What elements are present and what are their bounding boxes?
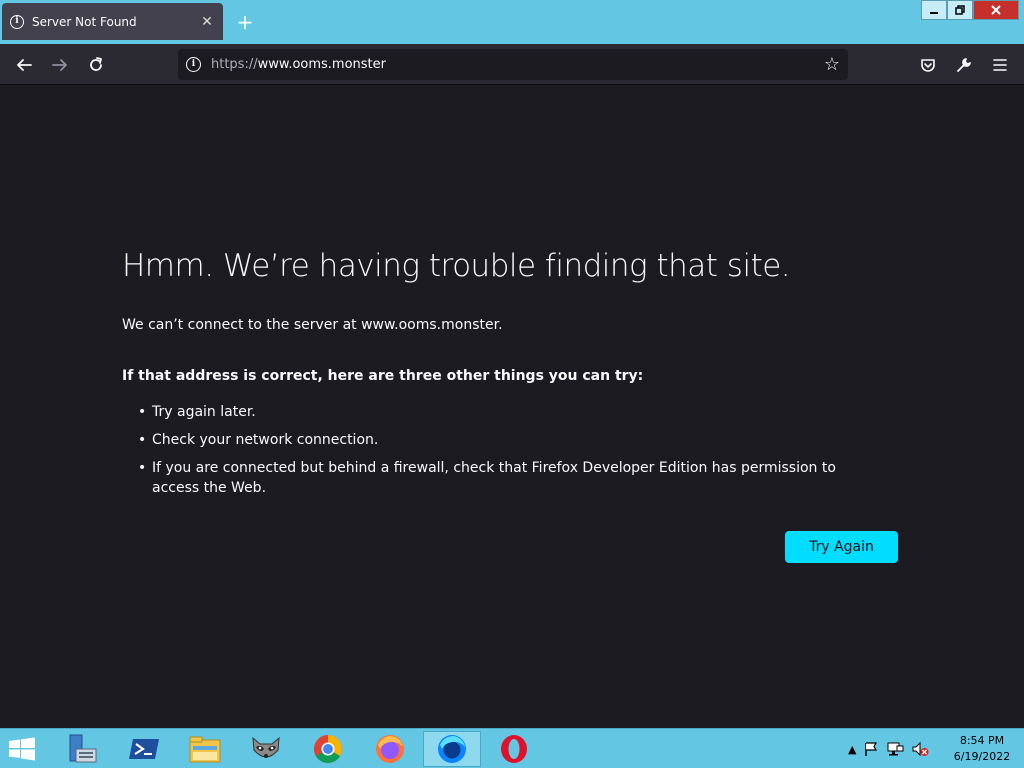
forward-button[interactable] xyxy=(48,53,72,77)
url-host: www.ooms.monster xyxy=(257,57,386,72)
back-button[interactable] xyxy=(12,53,36,77)
minimize-button[interactable] xyxy=(921,0,947,20)
forward-arrow-icon xyxy=(52,59,67,71)
pocket-icon xyxy=(921,59,935,72)
tab-title: Server Not Found xyxy=(32,14,137,29)
app-menu-button[interactable] xyxy=(988,53,1012,77)
navigation-toolbar: i https://www.ooms.monster ☆ xyxy=(0,44,1024,85)
powershell-icon[interactable] xyxy=(115,731,173,767)
windows-logo-icon xyxy=(9,737,35,761)
suggestions-heading: If that address is correct, here are thr… xyxy=(122,368,644,384)
pocket-button[interactable] xyxy=(916,53,940,77)
raccoon-app-icon[interactable] xyxy=(237,731,295,767)
url-text[interactable]: https://www.ooms.monster xyxy=(211,57,824,72)
tab-server-not-found[interactable]: i Server Not Found ✕ xyxy=(2,3,223,40)
error-description: We can’t connect to the server at www.oo… xyxy=(122,317,503,333)
list-item: If you are connected but behind a firewa… xyxy=(138,458,882,498)
window-controls xyxy=(921,0,1019,20)
back-arrow-icon xyxy=(17,59,32,71)
url-bar[interactable]: i https://www.ooms.monster ☆ xyxy=(178,49,848,80)
list-item: Check your network connection. xyxy=(138,430,882,450)
suggestions-list: Try again later. Check your network conn… xyxy=(138,402,882,506)
taskbar: ▲ 8:54 PM 6/19/2022 xyxy=(0,728,1024,768)
system-tray: ▲ xyxy=(848,729,929,768)
wrench-icon xyxy=(957,58,971,72)
taskbar-clock[interactable]: 8:54 PM 6/19/2022 xyxy=(944,733,1020,765)
reload-icon xyxy=(90,57,102,71)
browser-titlebar: i Server Not Found ✕ + xyxy=(0,0,1024,44)
tray-expand-icon[interactable]: ▲ xyxy=(848,743,856,756)
chrome-icon[interactable] xyxy=(299,731,357,767)
volume-muted-icon[interactable] xyxy=(911,741,929,757)
bookmark-star-icon[interactable]: ☆ xyxy=(824,54,840,75)
file-explorer-icon[interactable] xyxy=(176,731,234,767)
restore-icon xyxy=(955,5,965,15)
new-tab-button[interactable]: + xyxy=(234,10,256,34)
clock-time: 8:54 PM xyxy=(959,734,1005,747)
developer-tools-button[interactable] xyxy=(952,53,976,77)
restore-button[interactable] xyxy=(947,0,973,20)
close-icon xyxy=(991,5,1001,15)
minimize-icon xyxy=(930,12,938,14)
reload-button[interactable] xyxy=(84,53,108,77)
action-center-flag-icon[interactable] xyxy=(863,741,879,757)
list-item: Try again later. xyxy=(138,402,882,422)
window-close-button[interactable] xyxy=(973,0,1019,20)
start-button[interactable] xyxy=(8,737,38,761)
firefox-developer-edition-icon[interactable] xyxy=(423,731,481,767)
url-scheme: https:// xyxy=(211,57,258,72)
clock-date: 6/19/2022 xyxy=(953,750,1011,763)
info-icon: i xyxy=(10,14,24,29)
site-info-icon[interactable]: i xyxy=(186,57,201,72)
firefox-icon[interactable] xyxy=(361,731,419,767)
error-page: Hmm. We’re having trouble finding that s… xyxy=(0,86,1024,728)
opera-icon[interactable] xyxy=(485,731,543,767)
network-icon[interactable] xyxy=(886,741,904,757)
error-title: Hmm. We’re having trouble finding that s… xyxy=(122,248,791,284)
hamburger-menu-icon xyxy=(993,59,1007,71)
tab-close-icon[interactable]: ✕ xyxy=(199,14,215,30)
try-again-button[interactable]: Try Again xyxy=(785,531,898,563)
server-manager-icon[interactable] xyxy=(52,731,110,767)
